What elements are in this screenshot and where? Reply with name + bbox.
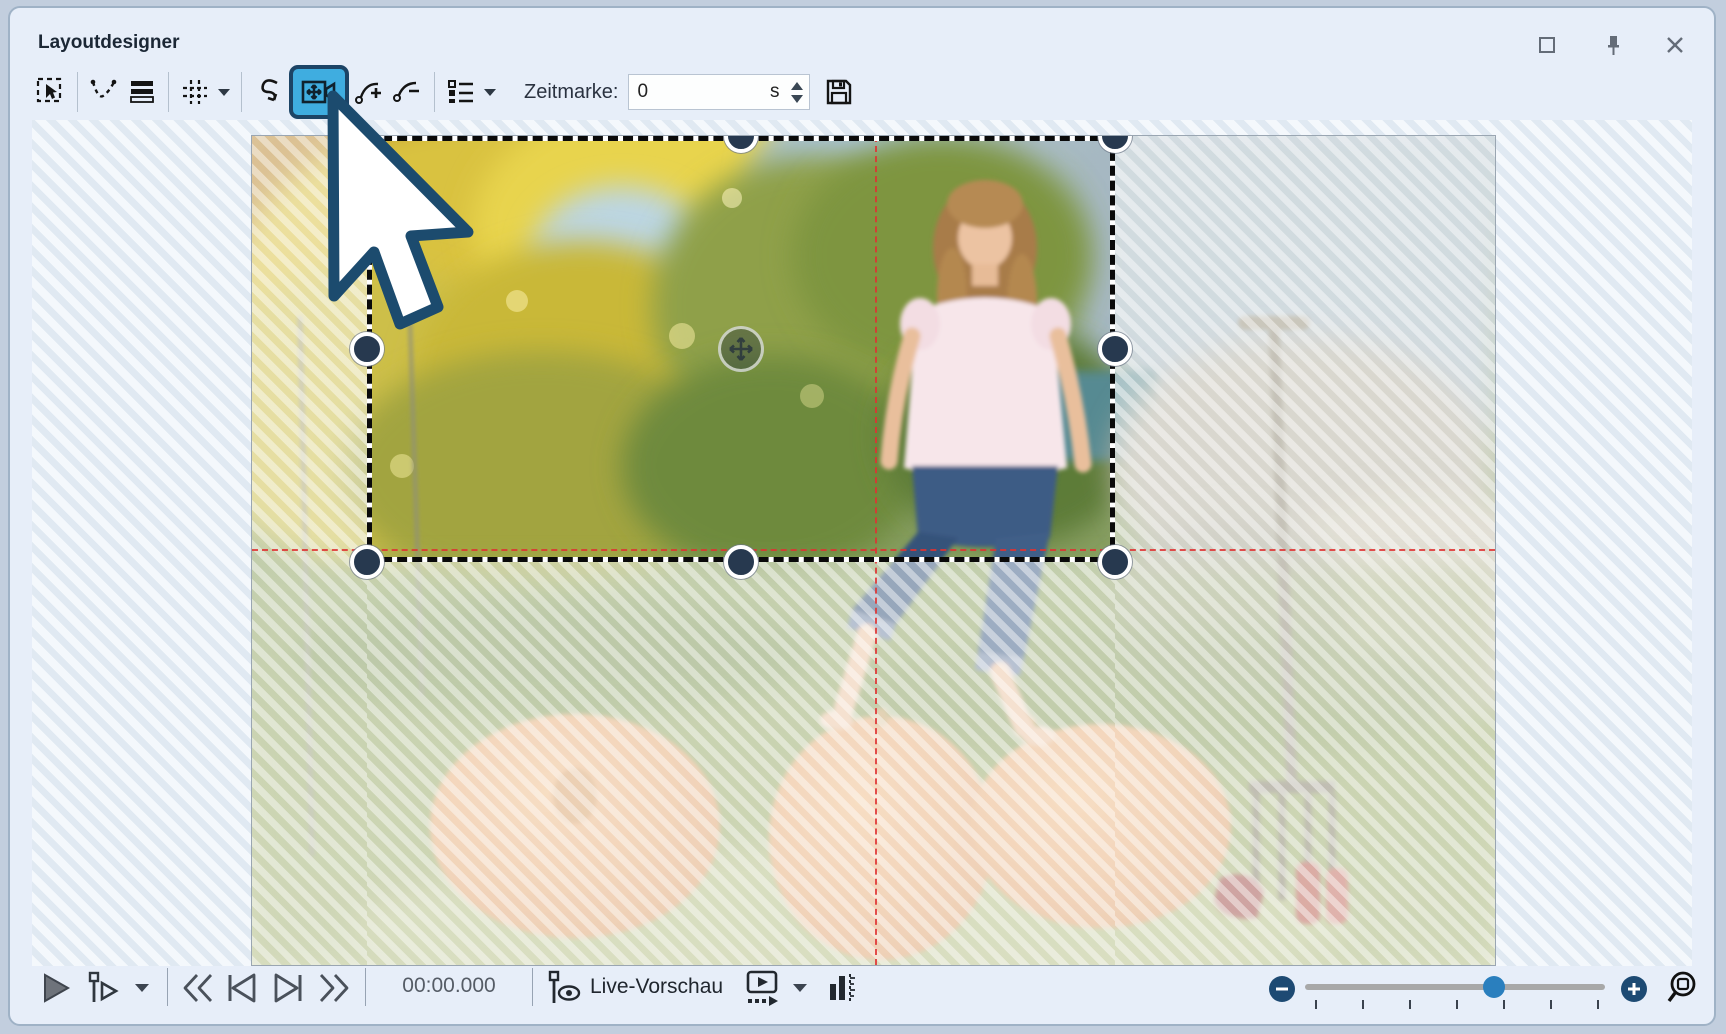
pin-eye-icon <box>546 970 582 1006</box>
object-list-tool-button[interactable] <box>442 70 480 114</box>
maximize-button[interactable] <box>1532 30 1562 60</box>
skip-forward-icon <box>317 972 351 1004</box>
slider-tick <box>1409 1000 1411 1009</box>
window-title: Layoutdesigner <box>38 32 179 54</box>
toolbar-separator <box>434 72 435 112</box>
zoom-out-button[interactable] <box>1269 976 1295 1002</box>
pin-button[interactable] <box>1598 30 1628 60</box>
toolbar: Zeitmarke: s <box>32 64 854 120</box>
motion-curve-tool-button[interactable] <box>249 70 287 114</box>
layoutdesigner-window: Layoutdesigner <box>8 6 1716 1026</box>
statistics-icon <box>827 970 857 1006</box>
close-icon <box>1665 35 1685 55</box>
preview-window-icon <box>742 969 782 1007</box>
play-from-marker-icon <box>87 971 121 1005</box>
spinner-up-icon <box>791 82 803 90</box>
play-button[interactable] <box>38 970 74 1006</box>
camera-pan-icon <box>301 77 337 107</box>
chevron-down-icon <box>792 983 808 993</box>
preview-options-dropdown[interactable] <box>788 976 812 1000</box>
zoom-fit-button[interactable] <box>1664 968 1706 1008</box>
move-handle-center[interactable] <box>718 326 764 372</box>
resize-handle-bottom-left[interactable] <box>350 545 384 579</box>
object-list-dropdown-button[interactable] <box>480 70 500 114</box>
add-keyframe-tool-button[interactable] <box>351 70 389 114</box>
motion-path-tool-button[interactable] <box>85 70 123 114</box>
slider-tick <box>1597 1000 1599 1009</box>
live-preview-pin-button[interactable] <box>544 968 584 1008</box>
go-to-start-button[interactable] <box>222 970 262 1006</box>
zeitmarke-field: s <box>628 74 810 110</box>
resize-handle-bottom-center[interactable] <box>724 545 758 579</box>
live-preview-label: Live-Vorschau <box>590 975 723 999</box>
go-to-start-icon <box>225 972 259 1004</box>
grid-icon <box>180 77 210 107</box>
timecode-display: 00:00.000 <box>384 974 514 998</box>
play-options-dropdown[interactable] <box>130 976 154 1000</box>
resize-handle-middle-right[interactable] <box>1098 332 1132 366</box>
move-arrows-icon <box>728 336 754 362</box>
object-list-icon <box>446 78 476 106</box>
bar-separator <box>167 968 168 1006</box>
save-icon <box>824 77 854 107</box>
maximize-icon <box>1537 35 1557 55</box>
plus-icon <box>1627 982 1641 996</box>
close-button[interactable] <box>1660 30 1690 60</box>
pin-icon <box>1603 34 1623 56</box>
magnifier-fit-icon <box>1666 969 1704 1007</box>
remove-keyframe-tool-button[interactable] <box>389 70 427 114</box>
slider-tick <box>1503 1000 1505 1009</box>
bar-separator <box>365 968 366 1006</box>
skip-back-icon <box>181 972 215 1004</box>
chevron-down-icon <box>217 88 231 97</box>
slide-image <box>252 136 1495 965</box>
toolbar-separator <box>168 72 169 112</box>
bar-separator <box>532 968 533 1006</box>
grid-tool-button[interactable] <box>176 70 214 114</box>
zeitmarke-label: Zeitmarke: <box>524 81 618 104</box>
go-to-end-button[interactable] <box>268 970 308 1006</box>
resize-handle-middle-left[interactable] <box>350 332 384 366</box>
layoutdesigner-app: Layoutdesigner <box>0 0 1726 1034</box>
zeitmarke-input[interactable] <box>629 81 770 103</box>
zoom-slider[interactable] <box>1305 984 1605 990</box>
chevron-down-icon <box>483 88 497 97</box>
save-keyframe-button[interactable] <box>824 77 854 107</box>
toolbar-separator <box>77 72 78 112</box>
statistics-button[interactable] <box>824 968 860 1008</box>
motion-curve-icon <box>252 76 284 108</box>
preview-window-button[interactable] <box>740 968 784 1008</box>
remove-keyframe-icon <box>392 77 424 107</box>
dimmed-area-bottom <box>367 562 1115 965</box>
minus-icon <box>1275 982 1289 996</box>
add-keyframe-icon <box>354 77 386 107</box>
skip-forward-button[interactable] <box>314 970 354 1006</box>
go-to-end-icon <box>271 972 305 1004</box>
slider-tick <box>1550 1000 1552 1009</box>
title-bar: Layoutdesigner <box>10 8 1714 64</box>
layout-canvas[interactable] <box>32 120 1692 966</box>
resize-handle-bottom-right[interactable] <box>1098 545 1132 579</box>
playback-bar: 00:00.000 Live-Vorschau <box>32 960 1692 1016</box>
play-from-marker-button[interactable] <box>84 970 124 1006</box>
toolbar-separator <box>241 72 242 112</box>
select-tool-icon <box>36 77 66 107</box>
motion-path-icon <box>89 77 119 107</box>
zoom-in-button[interactable] <box>1621 976 1647 1002</box>
zeitmarke-unit: s <box>770 81 786 103</box>
chevron-down-icon <box>134 983 150 993</box>
spinner-down-icon <box>791 95 803 103</box>
play-icon <box>41 972 71 1004</box>
select-tool-button[interactable] <box>32 70 70 114</box>
slider-tick <box>1315 1000 1317 1009</box>
layer-order-icon <box>128 78 156 106</box>
skip-back-button[interactable] <box>178 970 218 1006</box>
zoom-slider-thumb[interactable] <box>1483 976 1505 998</box>
camera-pan-tool-button[interactable] <box>289 65 349 119</box>
slider-tick <box>1456 1000 1458 1009</box>
layer-order-tool-button[interactable] <box>123 70 161 114</box>
zeitmarke-spinner[interactable] <box>785 75 809 109</box>
slider-tick <box>1362 1000 1364 1009</box>
grid-dropdown-button[interactable] <box>214 70 234 114</box>
